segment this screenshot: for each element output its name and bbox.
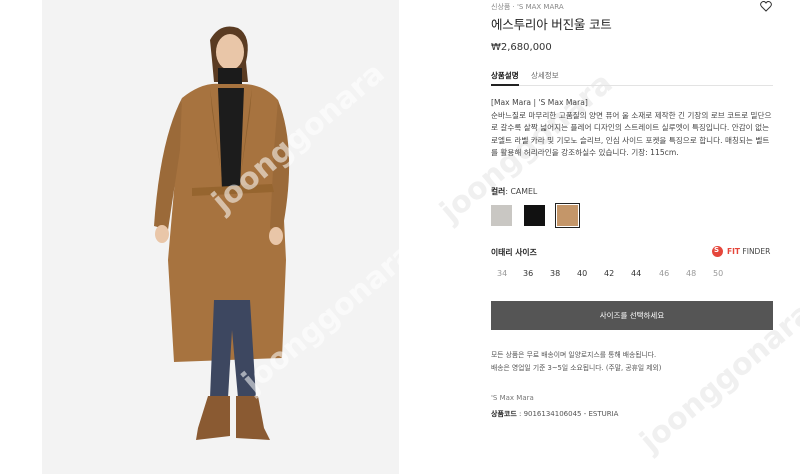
active-tab-indicator xyxy=(491,84,519,86)
product-title: 에스투리아 버진울 코트 xyxy=(491,17,612,32)
fit-finder-icon: S xyxy=(712,246,723,257)
product-price: ₩2,680,000 xyxy=(491,42,552,53)
fit-finder-icon-letter: S xyxy=(714,246,720,254)
tab-details[interactable]: 상세정보 xyxy=(531,70,559,81)
description-text: 순바느질로 마무리한 고품질의 양면 퓨어 울 소재로 제작한 긴 기장의 로브… xyxy=(491,110,772,158)
product-code: 상품코드 : 9016134106045 - ESTURIA xyxy=(491,409,618,419)
select-size-button[interactable]: 사이즈를 선택하세요 xyxy=(491,301,773,330)
size-option-34[interactable]: 34 xyxy=(497,269,507,278)
tab-description[interactable]: 상품설명 xyxy=(491,70,519,81)
swatch-grey[interactable] xyxy=(491,205,512,226)
product-image: joonggonara joonggonara xyxy=(42,0,399,474)
description-brand: [Max Mara | 'S Max Mara] xyxy=(491,98,588,107)
fit-finder-label-prefix: FIT xyxy=(727,247,741,256)
detail-tabs: 상품설명 상세정보 xyxy=(491,69,773,86)
product-description: [Max Mara | 'S Max Mara] 순바느질로 마무리한 고품질의… xyxy=(491,97,775,160)
product-code-value: : 9016134106045 - ESTURIA xyxy=(516,410,619,418)
size-option-38[interactable]: 38 xyxy=(550,269,560,278)
size-option-42[interactable]: 42 xyxy=(604,269,614,278)
size-option-50[interactable]: 50 xyxy=(713,269,723,278)
fit-finder-label: FIT FINDER xyxy=(727,247,770,256)
size-option-36[interactable]: 36 xyxy=(523,269,533,278)
shipping-line: 배송은 영업일 기준 3~5일 소요됩니다. (주말, 공휴일 제외) xyxy=(491,363,662,372)
size-label: 이태리 사이즈 xyxy=(491,248,537,257)
breadcrumb[interactable]: 신상품 · 'S MAX MARA xyxy=(491,2,564,12)
heart-icon[interactable] xyxy=(760,1,772,12)
color-label: 컬러: CAMEL xyxy=(491,187,538,196)
size-options: 34 36 38 40 42 44 46 48 50 xyxy=(491,269,731,281)
product-info-panel: 신상품 · 'S MAX MARA 에스투리아 버진울 코트 ₩2,680,00… xyxy=(491,0,776,474)
shipping-line: 모든 상품은 무료 배송이며 일양로지스를 통해 배송됩니다. xyxy=(491,351,657,359)
swatch-camel[interactable] xyxy=(555,203,580,228)
model-illustration xyxy=(42,0,399,474)
color-label-title: 컬러 xyxy=(491,187,506,196)
size-option-44[interactable]: 44 xyxy=(631,269,641,278)
size-option-48[interactable]: 48 xyxy=(686,269,696,278)
size-option-46[interactable]: 46 xyxy=(659,269,669,278)
color-value: CAMEL xyxy=(510,187,538,196)
brand-name[interactable]: 'S Max Mara xyxy=(491,394,534,402)
product-code-label: 상품코드 xyxy=(491,410,517,418)
shipping-info: 모든 상품은 무료 배송이며 일양로지스를 통해 배송됩니다. 배송은 영업일 … xyxy=(491,349,661,374)
fit-finder-label-suffix: FINDER xyxy=(742,247,771,256)
swatch-black[interactable] xyxy=(524,205,545,226)
size-option-40[interactable]: 40 xyxy=(577,269,587,278)
